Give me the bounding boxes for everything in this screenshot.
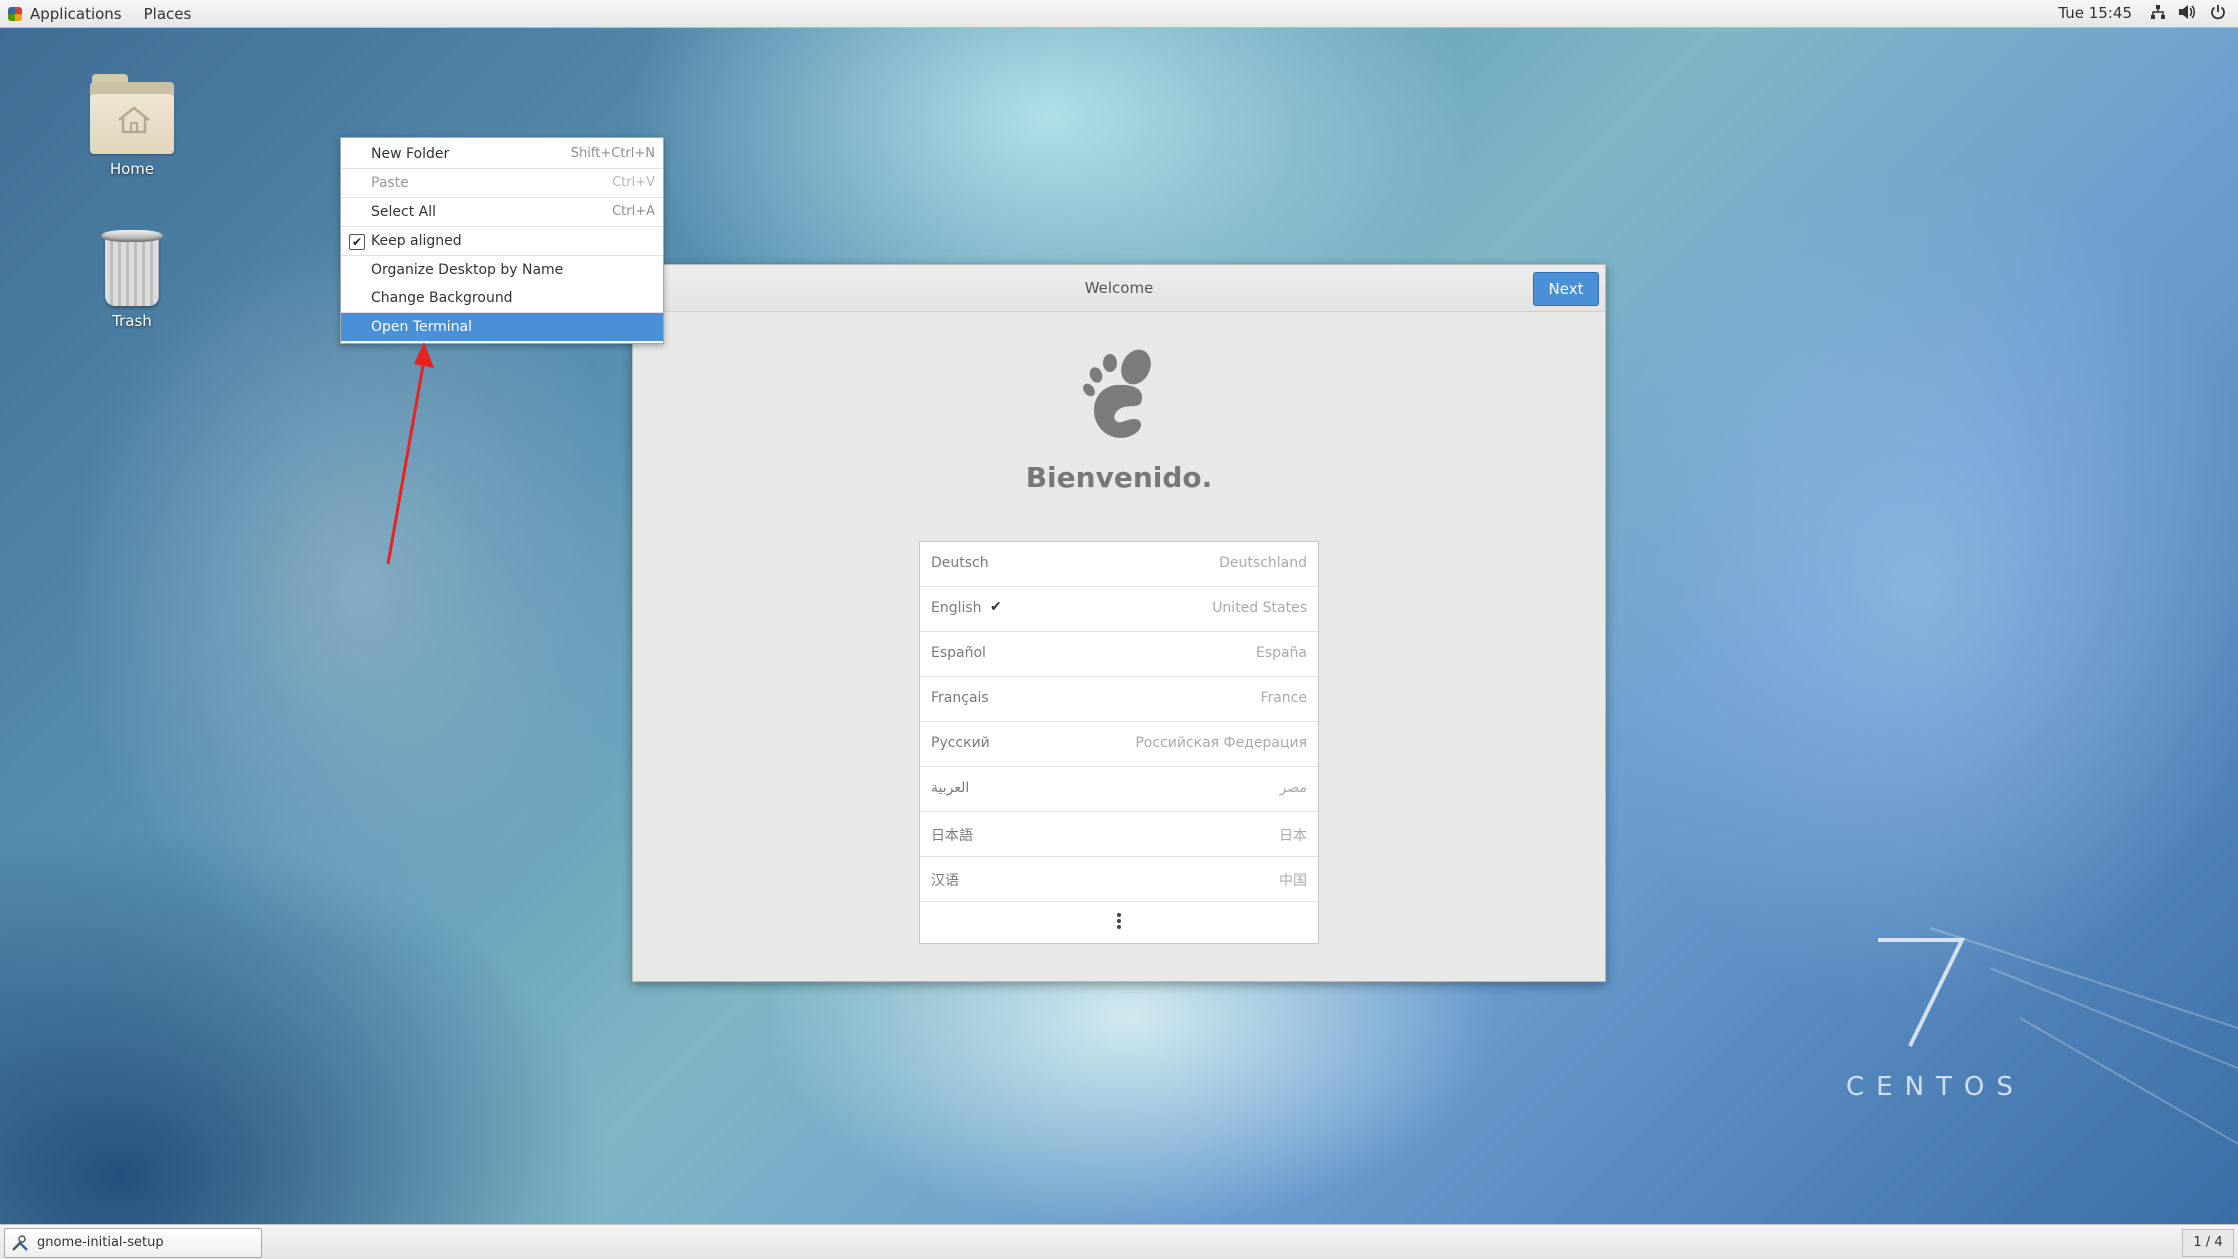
home-folder-icon bbox=[90, 74, 174, 154]
language-region: مصر bbox=[1280, 780, 1307, 796]
language-row[interactable]: 汉语 中国 bbox=[920, 857, 1318, 902]
network-icon[interactable] bbox=[2150, 4, 2166, 24]
annotation-arrow-icon bbox=[380, 338, 440, 568]
vertical-ellipsis-icon bbox=[1117, 913, 1121, 931]
gnome-foot-icon bbox=[8, 7, 22, 21]
volume-icon[interactable] bbox=[2178, 4, 2196, 24]
menu-item-label: Keep aligned bbox=[371, 233, 462, 249]
language-region: Deutschland bbox=[1219, 555, 1307, 571]
wallpaper-streak bbox=[1930, 927, 2238, 1059]
menu-item-organize-desktop[interactable]: Organize Desktop by Name bbox=[341, 256, 663, 284]
language-name: Deutsch bbox=[931, 555, 989, 571]
menu-item-label: New Folder bbox=[371, 146, 449, 162]
language-region: 日本 bbox=[1279, 825, 1307, 845]
language-name: Español bbox=[931, 645, 986, 661]
more-languages-button[interactable] bbox=[920, 902, 1318, 943]
menu-item-label: Paste bbox=[371, 175, 409, 191]
language-name: العربية bbox=[931, 780, 969, 796]
menu-item-change-background[interactable]: Change Background bbox=[341, 284, 663, 313]
window-title: Welcome bbox=[1085, 279, 1154, 297]
language-region: España bbox=[1256, 645, 1307, 661]
language-row[interactable]: Français France bbox=[920, 677, 1318, 722]
centos-wordmark: CENTOS bbox=[1846, 1072, 2025, 1102]
bottom-panel: gnome-initial-setup 1 / 4 bbox=[0, 1224, 2238, 1259]
trash-icon bbox=[101, 230, 163, 308]
applications-label: Applications bbox=[30, 5, 122, 23]
language-row[interactable]: Русский Российская Федерация bbox=[920, 722, 1318, 767]
language-region: 中国 bbox=[1279, 870, 1307, 890]
taskbar-window-label: gnome-initial-setup bbox=[37, 1229, 164, 1257]
wallpaper-streak bbox=[2020, 1017, 2238, 1179]
menu-item-select-all[interactable]: Select All Ctrl+A bbox=[341, 198, 663, 227]
desktop-icon-home[interactable]: Home bbox=[72, 74, 192, 178]
next-button[interactable]: Next bbox=[1533, 272, 1599, 306]
menu-item-paste[interactable]: Paste Ctrl+V bbox=[341, 169, 663, 198]
menu-item-shortcut: Ctrl+V bbox=[612, 169, 655, 197]
desktop-icon-trash[interactable]: Trash bbox=[72, 230, 192, 330]
welcome-window: Welcome Next Bienvenido. Deutsch Deutsch… bbox=[632, 264, 1606, 982]
language-region: France bbox=[1260, 690, 1307, 706]
top-panel: Applications Places Tue 15:45 bbox=[0, 0, 2238, 28]
menu-item-open-terminal[interactable]: Open Terminal bbox=[341, 313, 663, 341]
power-icon[interactable] bbox=[2210, 4, 2226, 24]
language-name: English bbox=[931, 600, 982, 616]
language-row[interactable]: 日本語 日本 bbox=[920, 812, 1318, 857]
language-list: Deutsch Deutschland English ✔ United Sta… bbox=[919, 541, 1319, 944]
language-region: United States bbox=[1212, 600, 1307, 616]
tools-icon bbox=[11, 1234, 29, 1252]
window-header: Welcome Next bbox=[633, 265, 1605, 312]
taskbar-window-button[interactable]: gnome-initial-setup bbox=[4, 1228, 262, 1258]
language-name: Français bbox=[931, 690, 989, 706]
menu-item-label: Change Background bbox=[371, 290, 513, 306]
applications-menu[interactable]: Applications bbox=[8, 5, 122, 23]
language-name: 汉语 bbox=[931, 870, 959, 890]
menu-item-label: Select All bbox=[371, 204, 436, 220]
language-region: Российская Федерация bbox=[1135, 735, 1307, 751]
language-row[interactable]: Deutsch Deutschland bbox=[920, 542, 1318, 587]
language-name: 日本語 bbox=[931, 825, 973, 845]
desktop-context-menu: New Folder Shift+Ctrl+N Paste Ctrl+V Sel… bbox=[340, 137, 664, 344]
menu-item-keep-aligned[interactable]: ✔ Keep aligned bbox=[341, 227, 663, 256]
places-menu[interactable]: Places bbox=[144, 5, 192, 23]
language-name: Русский bbox=[931, 735, 990, 751]
language-row[interactable]: Español España bbox=[920, 632, 1318, 677]
language-row[interactable]: العربية مصر bbox=[920, 767, 1318, 812]
desktop-icon-label: Trash bbox=[72, 312, 192, 330]
checkmark-icon: ✔ bbox=[990, 599, 1002, 615]
welcome-heading: Bienvenido. bbox=[633, 461, 1605, 494]
desktop-icon-label: Home bbox=[72, 160, 192, 178]
menu-item-shortcut: Ctrl+A bbox=[612, 198, 655, 226]
menu-item-label: Open Terminal bbox=[371, 319, 472, 335]
language-row[interactable]: English ✔ United States bbox=[920, 587, 1318, 632]
menu-item-shortcut: Shift+Ctrl+N bbox=[571, 140, 655, 168]
checkbox-checked-icon: ✔ bbox=[349, 234, 365, 250]
clock[interactable]: Tue 15:45 bbox=[2058, 4, 2132, 22]
workspace-switcher[interactable]: 1 / 4 bbox=[2182, 1229, 2234, 1257]
menu-item-label: Organize Desktop by Name bbox=[371, 262, 563, 278]
gnome-foot-logo-icon bbox=[1074, 345, 1170, 445]
menu-item-new-folder[interactable]: New Folder Shift+Ctrl+N bbox=[341, 140, 663, 169]
centos-version-mark bbox=[1870, 930, 1970, 1050]
